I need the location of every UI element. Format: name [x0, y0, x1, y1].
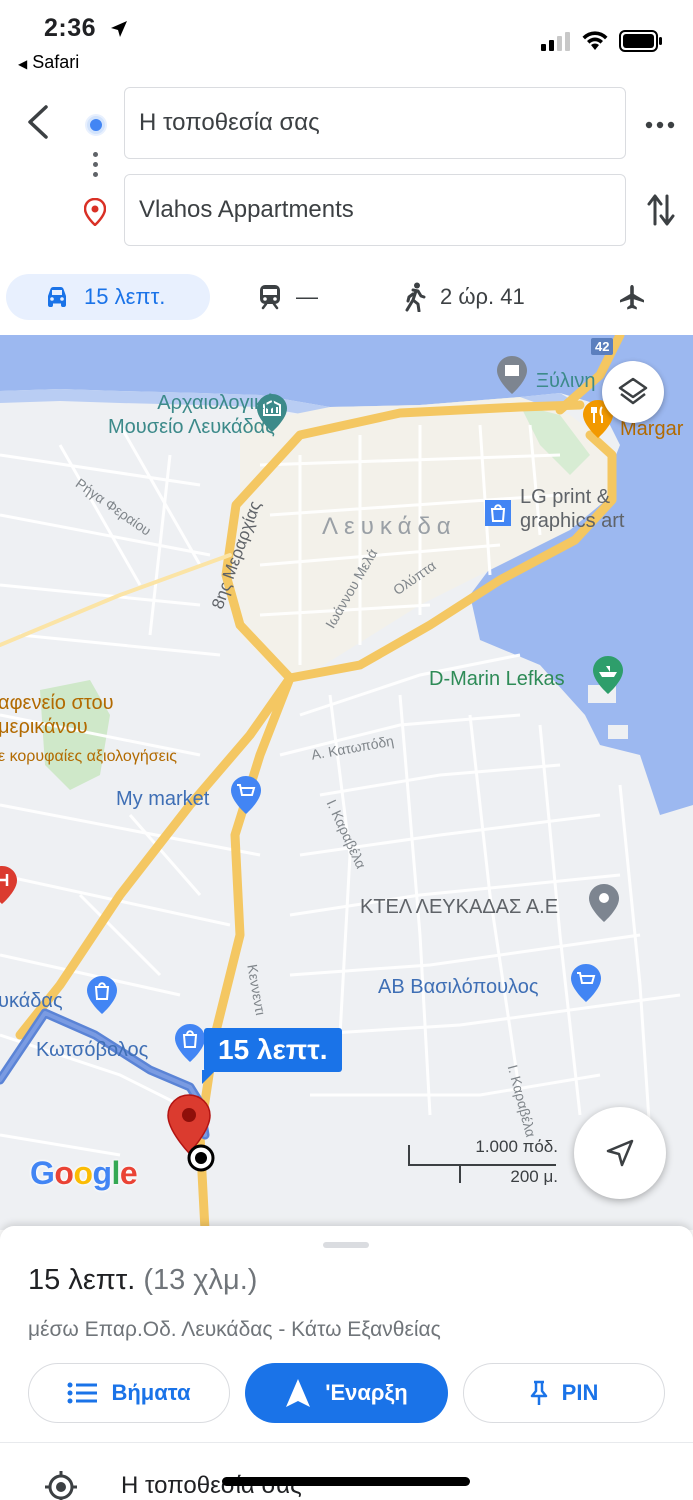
location-arrow-icon — [111, 21, 127, 37]
battery-icon — [619, 30, 662, 52]
layers-button[interactable] — [602, 361, 664, 423]
transit-icon — [260, 285, 280, 310]
back-triangle-icon: ◀ — [18, 57, 28, 71]
pin-label: PIN — [561, 1380, 599, 1405]
status-bar: 2:36 ◀ Safari — [0, 0, 693, 78]
swap-button[interactable] — [644, 190, 678, 230]
walk-icon — [405, 282, 426, 312]
list-icon — [67, 1382, 98, 1404]
mode-walk-tab[interactable]: 2 ώρ. 41 — [404, 274, 525, 320]
route-summary: 15 λεπτ. (13 χλμ.) — [28, 1264, 257, 1297]
back-app-label: Safari — [32, 52, 80, 72]
marina-pin-icon[interactable] — [592, 655, 624, 695]
steps-button[interactable]: Βήματα — [28, 1363, 230, 1423]
market-pin-icon[interactable] — [230, 775, 262, 815]
destination-input[interactable]: Vlahos Appartments — [124, 174, 626, 246]
more-icon — [645, 121, 675, 129]
label-museum: Αρχαιολογικό Μουσείο Λευκάδας — [108, 392, 275, 438]
mode-car-tab[interactable]: 15 λεπτ. — [6, 274, 210, 320]
map-base — [0, 335, 693, 1230]
hospital-pin-icon[interactable] — [0, 865, 18, 905]
origin-dot-icon — [87, 116, 105, 134]
map-scale: 1.000 πόδ. 200 μ. — [408, 1135, 558, 1186]
pin-button[interactable]: PIN — [463, 1363, 665, 1423]
shopping-pin-icon[interactable] — [482, 495, 514, 535]
route-duration: 15 λεπτ. — [28, 1264, 136, 1296]
mode-car-label: 15 λεπτ. — [84, 284, 166, 309]
status-icons — [541, 30, 663, 52]
status-time: 2:36 — [44, 14, 97, 42]
layers-icon — [618, 377, 648, 405]
label-town-leukada: Λευκάδα — [322, 513, 457, 540]
google-logo: Google — [30, 1155, 138, 1191]
label-ktel: ΚΤΕΛ ΛΕΥΚΑΔΑΣ Α.Ε — [360, 896, 559, 918]
my-location-icon — [45, 1471, 77, 1500]
scale-top-label: 1.000 πόδ. — [475, 1137, 558, 1156]
back-to-app-link[interactable]: ◀ Safari — [18, 52, 79, 73]
label-kotsovolos: Κωτσόβολος — [36, 1039, 149, 1061]
home-indicator[interactable] — [222, 1477, 470, 1486]
swap-icon — [647, 194, 675, 226]
label-kafeneio: αφενείο στου μερικάνου — [0, 692, 114, 738]
label-my-market: My market — [116, 788, 210, 810]
sheet-divider — [0, 1442, 693, 1443]
origin-input[interactable]: Η τοποθεσία σας — [124, 87, 626, 159]
kotsovolos-pin-icon[interactable] — [174, 1023, 206, 1063]
signal-icon — [541, 32, 570, 51]
label-xylino: Ξύλινη — [536, 370, 596, 392]
supermarket-pin-icon[interactable] — [570, 963, 602, 1003]
label-kafeneio-sub: ε κορυφαίες αξιολογήσεις — [0, 748, 177, 765]
travel-mode-bar: 15 λεπτ. — 2 ώρ. 41 — [0, 272, 693, 324]
steps-label: Βήματα — [111, 1380, 191, 1405]
scale-bottom-label: 200 μ. — [510, 1167, 558, 1186]
bus-station-pin-icon[interactable] — [588, 883, 620, 923]
current-location-marker-icon — [187, 1144, 215, 1172]
road-number-badge: 42 — [591, 338, 614, 355]
pin-icon — [530, 1380, 547, 1405]
mode-flight-tab[interactable] — [618, 274, 646, 320]
wifi-icon — [582, 31, 608, 50]
label-ab: ΑΒ Βασιλόπουλος — [378, 976, 539, 998]
sheet-drag-handle[interactable] — [323, 1242, 369, 1248]
start-navigation-button[interactable]: 'Εναρξη — [245, 1363, 448, 1423]
route-distance: (13 χλμ.) — [143, 1264, 258, 1296]
recenter-button[interactable] — [574, 1107, 666, 1199]
back-button[interactable] — [20, 102, 56, 142]
map-view[interactable]: 42 Αρχαιολογικό Μουσείο Λευκάδας Ξύλινη … — [0, 335, 693, 1230]
directions-sheet[interactable]: 15 λεπτ. (13 χλμ.) μέσω Επαρ.Οδ. Λευκάδα… — [0, 1226, 693, 1500]
mode-transit-tab[interactable]: — — [258, 274, 318, 320]
shop-leukadas-pin-icon[interactable] — [86, 975, 118, 1015]
label-lg-print: LG print & graphics art — [520, 486, 625, 532]
recenter-icon — [606, 1139, 634, 1167]
flight-icon — [620, 285, 644, 310]
label-dmarin: D-Marin Lefkas — [429, 668, 565, 690]
destination-pin-icon — [84, 198, 106, 226]
route-via: μέσω Επαρ.Οδ. Λευκάδας - Κάτω Εξανθείας — [28, 1318, 441, 1341]
start-label: 'Εναρξη — [325, 1380, 408, 1405]
poi-xylino-pin-icon[interactable] — [496, 355, 528, 395]
mode-walk-label: 2 ώρ. 41 — [440, 284, 525, 309]
navigation-arrow-icon — [286, 1379, 311, 1407]
route-connector-dots — [93, 152, 98, 177]
route-duration-badge[interactable]: 15 λεπτ. — [202, 1028, 342, 1084]
label-leukadas: υκάδας — [0, 990, 63, 1012]
car-icon — [48, 287, 66, 307]
back-chevron-icon — [28, 105, 48, 139]
more-options-button[interactable] — [643, 108, 677, 142]
mode-transit-label: — — [296, 284, 318, 309]
